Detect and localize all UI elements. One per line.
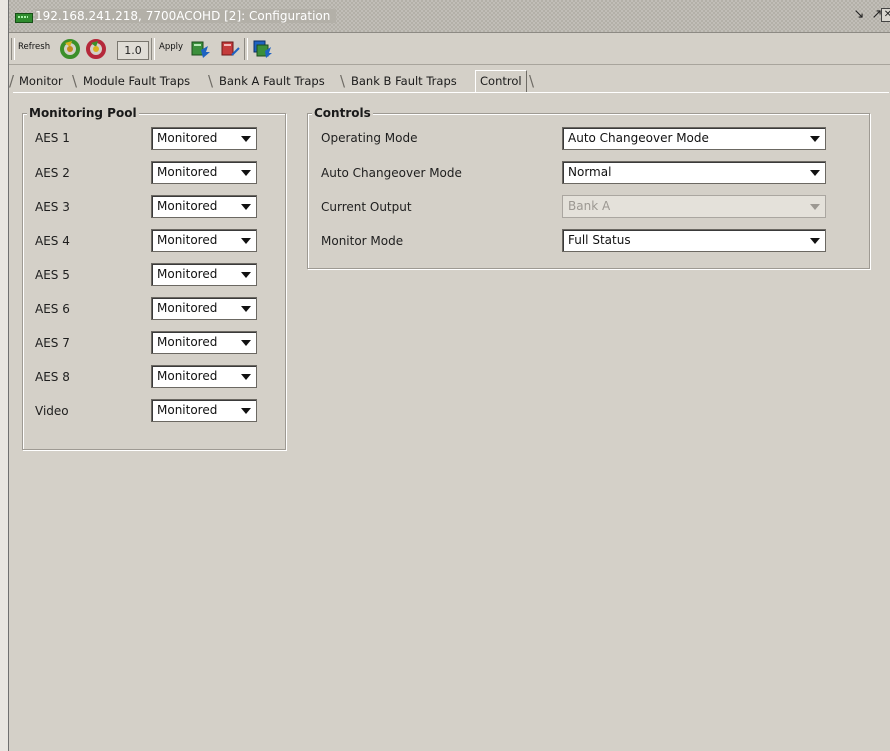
current-output-select: Bank A [562, 195, 826, 218]
chevron-down-icon [810, 170, 820, 176]
apply-device-icon[interactable] [189, 38, 211, 60]
version-field: 1.0 [117, 41, 149, 60]
monitor-mode-select[interactable]: Full Status [562, 229, 826, 252]
aes-5-value: Monitored [157, 267, 218, 281]
refresh-button[interactable]: Refresh [18, 42, 50, 52]
aes-5-select[interactable]: Monitored [151, 263, 257, 286]
controls-group: Controls Operating Mode Auto Changeover … [307, 106, 870, 269]
tab-divider: \ [72, 72, 78, 90]
chevron-down-icon [810, 136, 820, 142]
chevron-down-icon [241, 306, 251, 312]
undock-icon[interactable]: ↘ [851, 7, 867, 23]
tab-divider: \ [529, 72, 535, 90]
tab-bar: / Monitor \ Module Fault Traps \ Bank A … [9, 70, 890, 94]
chevron-down-icon [241, 170, 251, 176]
aes-4-value: Monitored [157, 233, 218, 247]
toolbar-separator [151, 38, 155, 60]
toolbar-separator [11, 38, 15, 60]
tab-bank-a-fault-traps[interactable]: Bank A Fault Traps [215, 72, 329, 90]
chevron-down-icon [241, 374, 251, 380]
refresh-all-icon[interactable] [85, 38, 107, 60]
auto-changeover-mode-value: Normal [568, 165, 612, 179]
monitoring-pool-group: Monitoring Pool AES 1 Monitored AES 2 Mo… [22, 106, 286, 450]
aes-1-label: AES 1 [35, 131, 70, 145]
apply-error-icon[interactable] [219, 38, 241, 60]
window-title: 192.168.241.218, 7700ACOHD [2]: Configur… [35, 9, 337, 23]
aes-6-value: Monitored [157, 301, 218, 315]
monitor-mode-label: Monitor Mode [321, 234, 404, 248]
operating-mode-select[interactable]: Auto Changeover Mode [562, 127, 826, 150]
aes-1-value: Monitored [157, 131, 218, 145]
aes-3-value: Monitored [157, 199, 218, 213]
tab-monitor[interactable]: Monitor [15, 72, 67, 90]
operating-mode-label: Operating Mode [321, 131, 418, 145]
video-value: Monitored [157, 403, 218, 417]
aes-2-value: Monitored [157, 165, 218, 179]
tab-divider: \ [340, 72, 346, 90]
tab-control[interactable]: Control [475, 70, 527, 92]
toolbar-separator [244, 38, 248, 60]
chevron-down-icon [241, 204, 251, 210]
controls-title: Controls [312, 106, 373, 120]
aes-7-select[interactable]: Monitored [151, 331, 257, 354]
video-label: Video [35, 404, 69, 418]
chevron-down-icon [810, 238, 820, 244]
aes-8-label: AES 8 [35, 370, 70, 384]
toolbar: Refresh 1.0 Apply [9, 34, 890, 65]
auto-changeover-mode-label: Auto Changeover Mode [321, 166, 462, 180]
current-output-label: Current Output [321, 200, 412, 214]
tab-module-fault-traps[interactable]: Module Fault Traps [79, 72, 194, 90]
aes-4-label: AES 4 [35, 234, 70, 248]
monitor-mode-value: Full Status [568, 233, 631, 247]
monitoring-pool-title: Monitoring Pool [27, 106, 139, 120]
aes-8-select[interactable]: Monitored [151, 365, 257, 388]
title-bar[interactable]: 192.168.241.218, 7700ACOHD [2]: Configur… [9, 0, 890, 33]
aes-7-label: AES 7 [35, 336, 70, 350]
aes-6-label: AES 6 [35, 302, 70, 316]
operating-mode-value: Auto Changeover Mode [568, 131, 709, 145]
aes-7-value: Monitored [157, 335, 218, 349]
refresh-icon[interactable] [59, 38, 81, 60]
chevron-down-icon [241, 238, 251, 244]
aes-3-label: AES 3 [35, 200, 70, 214]
aes-1-select[interactable]: Monitored [151, 127, 257, 150]
configuration-window: 192.168.241.218, 7700ACOHD [2]: Configur… [8, 0, 890, 751]
chevron-down-icon [241, 340, 251, 346]
apply-button[interactable]: Apply [159, 42, 183, 52]
control-tab-panel: Monitoring Pool AES 1 Monitored AES 2 Mo… [13, 92, 889, 749]
aes-6-select[interactable]: Monitored [151, 297, 257, 320]
aes-5-label: AES 5 [35, 268, 70, 282]
tab-divider: / [9, 72, 15, 90]
apply-all-icon[interactable] [251, 38, 273, 60]
chevron-down-icon [241, 136, 251, 142]
device-icon [15, 13, 33, 23]
aes-2-select[interactable]: Monitored [151, 161, 257, 184]
aes-8-value: Monitored [157, 369, 218, 383]
chevron-down-icon [241, 272, 251, 278]
chevron-down-icon [241, 408, 251, 414]
chevron-down-icon [810, 204, 820, 210]
auto-changeover-mode-select[interactable]: Normal [562, 161, 826, 184]
current-output-value: Bank A [568, 199, 611, 213]
aes-2-label: AES 2 [35, 166, 70, 180]
close-icon[interactable]: ✕ [881, 8, 890, 22]
tab-divider: \ [208, 72, 214, 90]
tab-bank-b-fault-traps[interactable]: Bank B Fault Traps [347, 72, 461, 90]
video-select[interactable]: Monitored [151, 399, 257, 422]
aes-4-select[interactable]: Monitored [151, 229, 257, 252]
aes-3-select[interactable]: Monitored [151, 195, 257, 218]
